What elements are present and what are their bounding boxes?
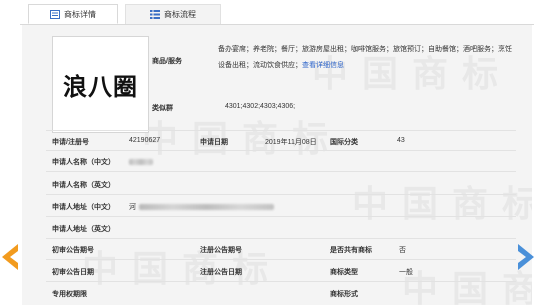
watermark: 中国商标: [352, 183, 532, 225]
redacted-applicant-name: [129, 159, 153, 165]
redacted-applicant-address: [139, 204, 274, 210]
first-pub-no-label: 初审公告期号: [52, 247, 94, 254]
trademark-detail-card: 中国商标 中国商标 中国商标 中国商标 中国商标 浪八圈 商品/服务 备办宴席；…: [22, 25, 532, 305]
similar-group-label: 类似群: [152, 105, 173, 112]
view-details-link[interactable]: 查看详细信息: [302, 62, 344, 69]
trademark-name: 浪八圈: [63, 73, 138, 101]
watermark: 中国商标: [402, 268, 532, 305]
applicant-address-en-label: 申请人地址（英文）: [52, 226, 115, 233]
reg-pub-no-label: 注册公告期号: [200, 247, 242, 254]
tab-label: 商标流程: [164, 10, 196, 19]
trademark-type-value: 一般: [399, 269, 413, 276]
similar-group-value: 4301;4302;4303;4306;: [225, 103, 296, 110]
list-icon: [50, 9, 60, 19]
goods-services-text: 备办宴席；养老院；餐厅；旅游房屋出租；咖啡馆服务；旅馆预订；自助餐馆；酒吧服务；…: [218, 46, 512, 69]
divider: [46, 130, 516, 131]
previous-arrow-icon[interactable]: [2, 244, 18, 270]
watermark: 中国商标: [82, 248, 283, 290]
shared-trademark-label: 是否共有商标: [330, 247, 372, 254]
first-pub-date-label: 初审公告日期: [52, 269, 94, 276]
trademark-type-label: 商标类型: [330, 269, 358, 276]
reg-no-label: 申请/注册号: [52, 139, 89, 146]
divider: [46, 150, 516, 151]
goods-services-value: 备办宴席；养老院；餐厅；旅游房屋出租；咖啡馆服务；旅馆预订；自助餐馆；酒吧服务；…: [218, 42, 518, 74]
divider: [46, 216, 516, 217]
applicant-address-cn-prefix: 河: [129, 204, 136, 211]
applicant-address-cn-label: 申请人地址（中文）: [52, 204, 115, 211]
reg-no-value: 42190627: [129, 137, 161, 144]
goods-services-label: 商品/服务: [152, 58, 182, 65]
tab-label: 商标详情: [64, 9, 96, 19]
grid-icon: [150, 10, 160, 19]
apply-date-label: 申请日期: [200, 139, 228, 146]
tab-trademark-process[interactable]: 商标流程: [125, 4, 221, 24]
applicant-name-en-label: 申请人名称（英文）: [52, 182, 115, 189]
divider: [46, 281, 516, 282]
trademark-form-label: 商标形式: [330, 291, 358, 298]
divider: [46, 259, 516, 260]
apply-date-value: 2019年11月08日: [265, 139, 317, 146]
intl-class-value: 43: [397, 137, 405, 144]
next-arrow-icon[interactable]: [518, 244, 534, 270]
divider: [46, 238, 516, 239]
tab-bar: 商标详情 商标流程: [20, 0, 534, 25]
divider: [46, 194, 516, 195]
tab-trademark-details[interactable]: 商标详情: [28, 4, 118, 24]
intl-class-label: 国际分类: [330, 139, 358, 146]
exclusive-period-label: 专用权期限: [52, 291, 87, 298]
watermark: 中国商标: [142, 118, 343, 160]
shared-trademark-value: 否: [399, 247, 406, 254]
applicant-name-cn-label: 申请人名称（中文）: [52, 159, 115, 166]
trademark-image: 浪八圈: [52, 36, 149, 133]
divider: [46, 171, 516, 172]
reg-pub-date-label: 注册公告日期: [200, 269, 242, 276]
